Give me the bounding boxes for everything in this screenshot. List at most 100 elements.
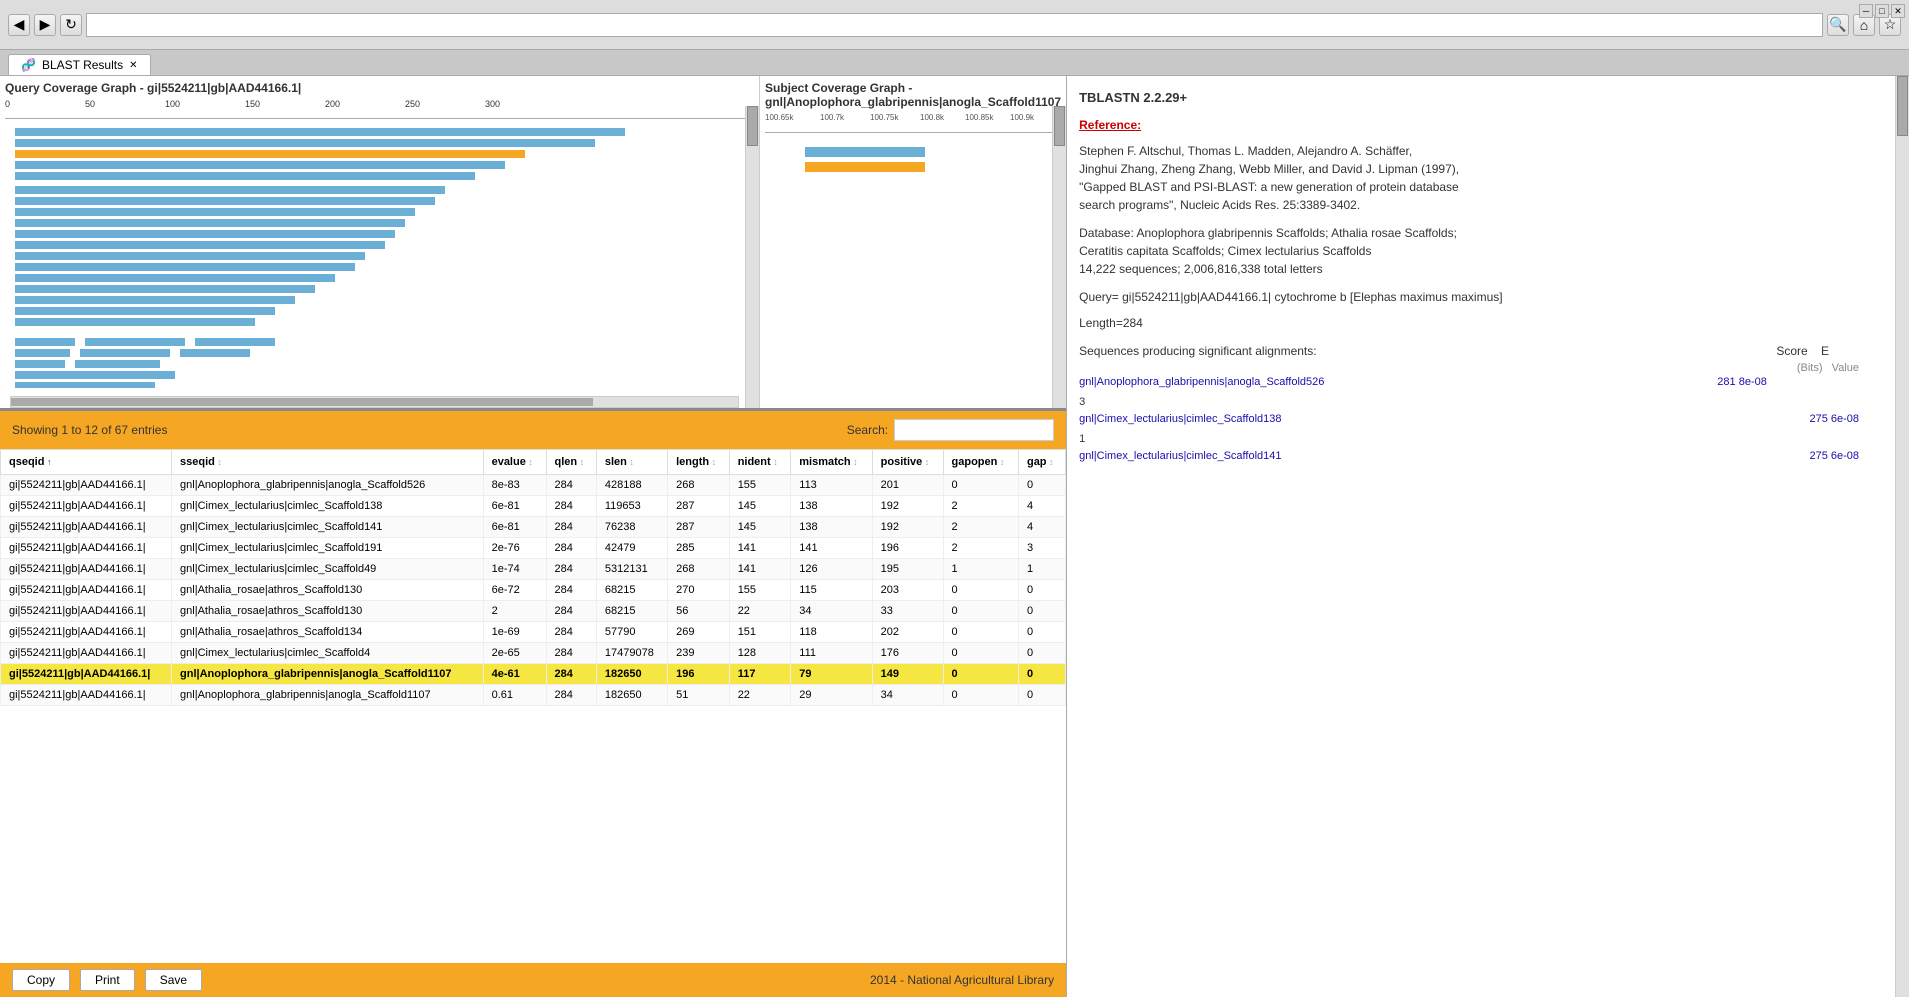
col-nident[interactable]: nident [729,450,791,475]
query-bar-highlight [15,150,525,158]
table-wrapper[interactable]: qseqid sseqid evalue qlen slen length ni… [0,449,1066,963]
cell-evalue: 4e-61 [483,664,546,685]
cell-positive: 176 [872,643,943,664]
cell-qseqid: gi|5524211|gb|AAD44166.1| [1,559,172,580]
col-sseqid[interactable]: sseqid [172,450,484,475]
table-row[interactable]: gi|5524211|gb|AAD44166.1|gnl|Anoplophora… [1,664,1066,685]
search-input[interactable] [894,419,1054,441]
alignment-score: 275 6e-08 [1809,448,1859,465]
right-scrollbar-thumb[interactable] [1897,76,1908,136]
cell-nident: 155 [729,580,791,601]
table-row[interactable]: gi|5524211|gb|AAD44166.1|gnl|Cimex_lectu… [1,643,1066,664]
maximize-btn[interactable]: □ [1875,4,1889,18]
subject-bar-blue [805,147,925,157]
cell-nident: 117 [729,664,791,685]
table-row[interactable]: gi|5524211|gb|AAD44166.1|gnl|Anoplophora… [1,685,1066,706]
col-qlen[interactable]: qlen [546,450,596,475]
cell-gapopen: 0 [943,475,1018,496]
cell-length: 269 [668,622,730,643]
query-bar [15,263,355,271]
cell-gap: 0 [1018,601,1065,622]
alignment-item: gnl|Anoplophora_glabripennis|anogla_Scaf… [1079,374,1889,391]
table-row[interactable]: gi|5524211|gb|AAD44166.1|gnl|Athalia_ros… [1,622,1066,643]
tab-blast-results[interactable]: 🧬 BLAST Results ✕ [8,54,151,75]
query-bar [15,252,365,260]
right-panel-scrollbar[interactable] [1895,76,1909,997]
table-row[interactable]: gi|5524211|gb|AAD44166.1|gnl|Athalia_ros… [1,580,1066,601]
cell-length: 268 [668,475,730,496]
query-bar [180,349,250,357]
alignment-link[interactable]: gnl|Anoplophora_glabripennis|anogla_Scaf… [1079,376,1324,388]
table-row[interactable]: gi|5524211|gb|AAD44166.1|gnl|Cimex_lectu… [1,538,1066,559]
blast-reference-text: Stephen F. Altschul, Thomas L. Madden, A… [1079,142,1889,214]
col-slen[interactable]: slen [596,450,667,475]
query-bar [205,172,255,180]
table-row[interactable]: gi|5524211|gb|AAD44166.1|gnl|Athalia_ros… [1,601,1066,622]
table-row[interactable]: gi|5524211|gb|AAD44166.1|gnl|Cimex_lectu… [1,517,1066,538]
query-bar [15,230,395,238]
back-button[interactable]: ◀ [8,14,30,36]
col-mismatch[interactable]: mismatch [791,450,872,475]
cell-qlen: 284 [546,559,596,580]
cell-evalue: 2e-76 [483,538,546,559]
col-length[interactable]: length [668,450,730,475]
cell-slen: 182650 [596,664,667,685]
query-bar [85,338,185,346]
cell-positive: 195 [872,559,943,580]
forward-button[interactable]: ▶ [34,14,56,36]
cell-mismatch: 34 [791,601,872,622]
cell-positive: 202 [872,622,943,643]
cell-nident: 141 [729,538,791,559]
query-bar [15,307,275,315]
table-row[interactable]: gi|5524211|gb|AAD44166.1|gnl|Cimex_lectu… [1,496,1066,517]
tab-close-btn[interactable]: ✕ [129,60,137,71]
subject-coverage-graph: Subject Coverage Graph - gnl|Anoplophora… [760,76,1066,408]
ruler-tick-0: 0 [5,99,10,109]
minimize-btn[interactable]: ─ [1859,4,1873,18]
cell-positive: 192 [872,517,943,538]
col-gap[interactable]: gap [1018,450,1065,475]
query-bar [15,360,65,368]
col-qseqid[interactable]: qseqid [1,450,172,475]
cell-qlen: 284 [546,664,596,685]
address-bar[interactable] [86,13,1823,37]
ruler-tick-150: 150 [245,99,260,109]
cell-mismatch: 138 [791,496,872,517]
alignment-link[interactable]: gnl|Cimex_lectularius|cimlec_Scaffold141 [1079,450,1281,462]
refresh-button[interactable]: ↻ [60,14,82,36]
query-bar [15,241,385,249]
table-row[interactable]: gi|5524211|gb|AAD44166.1|gnl|Cimex_lectu… [1,559,1066,580]
cell-mismatch: 141 [791,538,872,559]
cell-positive: 34 [872,685,943,706]
close-btn[interactable]: ✕ [1891,4,1905,18]
query-graph-scrollbar[interactable] [745,106,759,408]
cell-qlen: 284 [546,517,596,538]
cell-qseqid: gi|5524211|gb|AAD44166.1| [1,496,172,517]
alignment-link[interactable]: gnl|Cimex_lectularius|cimlec_Scaffold138 [1079,413,1281,425]
blast-database-text: Database: Anoplophora glabripennis Scaff… [1079,224,1889,278]
query-hscroll-thumb[interactable] [11,398,593,406]
col-evalue[interactable]: evalue [483,450,546,475]
subject-graph-scrollbar-thumb[interactable] [1054,106,1065,146]
search-button[interactable]: 🔍 [1827,14,1849,36]
subject-graph-scrollbar[interactable] [1052,106,1066,408]
col-positive[interactable]: positive [872,450,943,475]
ruler-tick-50: 50 [85,99,95,109]
table-header-bar: Showing 1 to 12 of 67 entries Search: [0,411,1066,449]
query-bar [75,360,160,368]
table-row[interactable]: gi|5524211|gb|AAD44166.1|gnl|Anoplophora… [1,475,1066,496]
cell-slen: 68215 [596,601,667,622]
cell-sseqid: gnl|Anoplophora_glabripennis|anogla_Scaf… [172,664,484,685]
save-button[interactable]: Save [145,969,202,991]
cell-qlen: 284 [546,622,596,643]
alignment-score: 281 8e-08 [1717,374,1767,391]
tab-bar: 🧬 BLAST Results ✕ [0,50,1909,76]
reference-link[interactable]: Reference: [1079,118,1141,132]
query-graph-title: Query Coverage Graph - gi|5524211|gb|AAD… [5,81,754,95]
query-graph-scrollbar-thumb[interactable] [747,106,758,146]
query-bar [15,349,70,357]
copy-button[interactable]: Copy [12,969,70,991]
print-button[interactable]: Print [80,969,135,991]
col-gapopen[interactable]: gapopen [943,450,1018,475]
cell-gapopen: 0 [943,622,1018,643]
